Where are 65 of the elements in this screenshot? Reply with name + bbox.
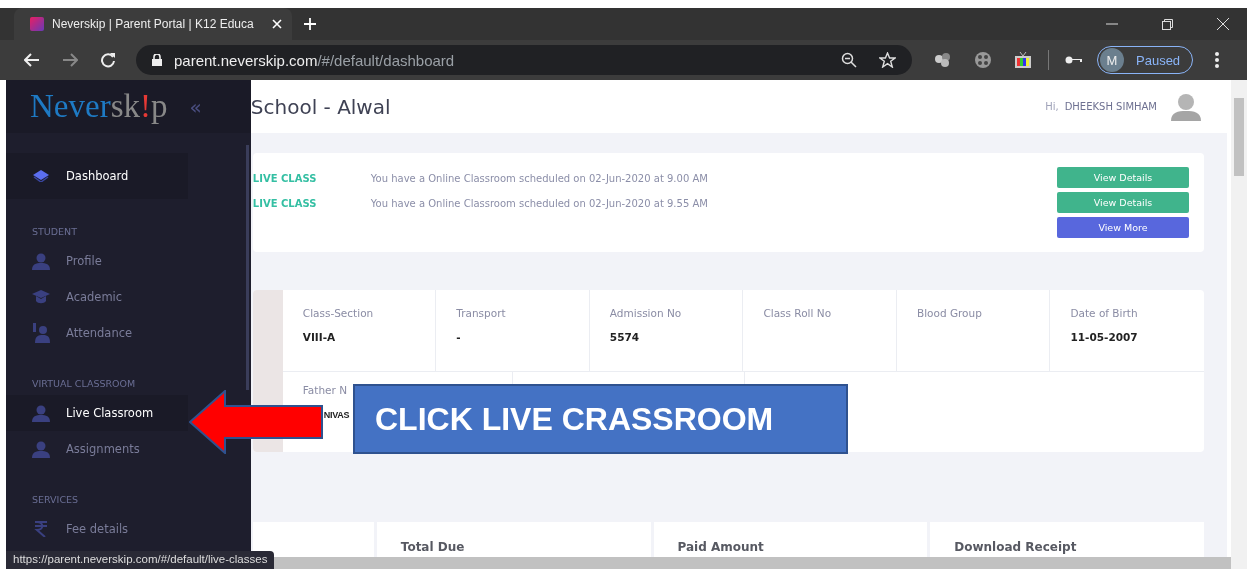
field-label: Class-Section — [302, 307, 374, 319]
field-value: NIVAS — [323, 410, 350, 420]
view-details-button[interactable]: View Details — [1057, 192, 1189, 213]
sidebar-item[interactable]: Fee details — [6, 511, 188, 547]
field-label: Date of Birth — [1070, 307, 1138, 319]
fee-card-title: Total Due — [400, 540, 465, 554]
back-icon[interactable] — [24, 53, 40, 67]
zoom-out-icon[interactable] — [841, 52, 857, 68]
sidebar-item[interactable]: Dashboard — [6, 153, 188, 199]
browser-tab[interactable]: Neverskip | Parent Portal | K12 Educa — [14, 8, 292, 40]
greeting: Hi, — [1045, 101, 1059, 112]
field-label: Blood Group — [916, 307, 982, 319]
menu-icon[interactable] — [1215, 52, 1220, 68]
layers-icon — [32, 170, 50, 182]
collapse-button[interactable]: « — [189, 94, 202, 119]
reload-icon[interactable] — [100, 52, 116, 68]
notice-tag: LIVE CLASS — [252, 198, 371, 209]
sidebar-item[interactable]: Attendance — [6, 315, 188, 351]
tv-icon[interactable] — [1014, 51, 1032, 69]
film-reel-icon[interactable] — [974, 51, 992, 69]
forward-icon[interactable] — [62, 53, 78, 67]
notice-text: You have a Online Classroom scheduled on 02-Jun-2020 at 9.55 AM — [370, 198, 708, 209]
sidebar-item[interactable]: Assignments — [6, 431, 188, 467]
star-icon[interactable] — [879, 52, 896, 68]
field-value: VIII-A — [302, 331, 336, 343]
logo: Neversk!p — [30, 88, 168, 125]
extension-icon[interactable] — [934, 52, 952, 68]
site-logo-icon — [30, 17, 44, 31]
sidebar-item[interactable]: Profile — [6, 243, 188, 279]
lock-icon — [152, 54, 162, 66]
view-details-button[interactable]: View Details — [1057, 167, 1189, 188]
fee-card-title: Download Receipt — [954, 540, 1077, 554]
section-heading: SERVICES — [31, 493, 80, 507]
address-field[interactable]: parent.neverskip.com/#/default/dashboard — [136, 45, 912, 75]
field-value: 5574 — [609, 331, 640, 343]
callout-box: CLICK LIVE CRASSROOM — [353, 384, 848, 454]
restore-icon[interactable] — [1162, 18, 1173, 30]
close-icon[interactable] — [1217, 18, 1229, 30]
new-tab-icon[interactable] — [304, 18, 316, 30]
notice-tag: LIVE CLASS — [252, 173, 371, 184]
graduation-cap-icon — [32, 290, 50, 304]
field-label: Class Roll No — [763, 307, 832, 319]
field-label: Admission No — [609, 307, 682, 319]
field-value: - — [456, 331, 461, 343]
person-icon — [32, 440, 50, 458]
profile-avatar: M — [1100, 48, 1124, 72]
person-icon — [32, 404, 50, 422]
fee-card-title: Paid Amount — [677, 540, 764, 554]
sidebar-item[interactable]: Live Classroom — [6, 395, 188, 431]
school-title: School - Alwal — [250, 94, 391, 119]
field-label: Transport — [456, 307, 506, 319]
key-icon[interactable] — [1065, 55, 1083, 65]
status-url-tooltip: https://parent.neverskip.com/#/default/live-classes — [6, 551, 275, 569]
view-more-button[interactable]: View More — [1057, 217, 1189, 238]
field-value: 11-05-2007 — [1070, 331, 1138, 343]
sidebar-item[interactable]: Academic — [6, 279, 188, 315]
raised-hand-icon — [32, 323, 50, 343]
scrollbar[interactable] — [1231, 80, 1247, 569]
rupee-icon — [32, 521, 50, 537]
user-name[interactable]: DHEEKSH SIMHAM — [1064, 101, 1157, 112]
notice-text: You have a Online Classroom scheduled on 02-Jun-2020 at 9.00 AM — [370, 173, 708, 184]
person-icon — [32, 252, 50, 270]
section-heading: STUDENT — [31, 225, 78, 239]
section-heading: VIRTUAL CLASSROOM — [31, 377, 137, 391]
field-label: Father N — [302, 384, 348, 396]
